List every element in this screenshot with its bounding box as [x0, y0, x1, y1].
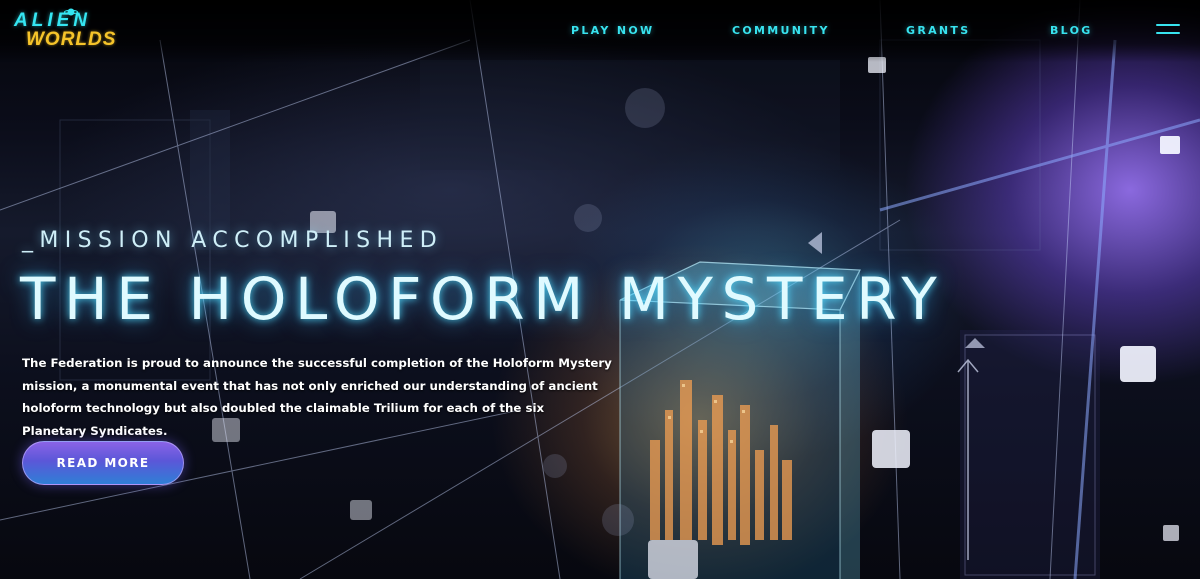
hero-headline: THE HOLOFORM MYSTERY — [20, 265, 946, 333]
nav-community[interactable]: COMMUNITY — [732, 24, 830, 37]
site-header: ALIEN WORLDS PLAY NOW COMMUNITY GRANTS B… — [0, 0, 1200, 62]
nav-blog[interactable]: BLOG — [1050, 24, 1093, 37]
hero-description: The Federation is proud to announce the … — [22, 356, 612, 438]
menu-line — [1156, 24, 1180, 26]
nav-grants[interactable]: GRANTS — [906, 24, 970, 37]
nav-play-now[interactable]: PLAY NOW — [571, 24, 654, 37]
hero-eyebrow: _MISSION ACCOMPLISHED — [22, 228, 444, 253]
menu-line — [1156, 32, 1180, 34]
alien-worlds-logo[interactable]: ALIEN WORLDS — [14, 8, 126, 54]
read-more-button[interactable]: READ MORE — [22, 441, 184, 485]
hero-section: ALIEN WORLDS PLAY NOW COMMUNITY GRANTS B… — [0, 0, 1200, 579]
logo-text-worlds: WORLDS — [26, 29, 117, 50]
hamburger-menu-icon[interactable] — [1156, 24, 1180, 36]
